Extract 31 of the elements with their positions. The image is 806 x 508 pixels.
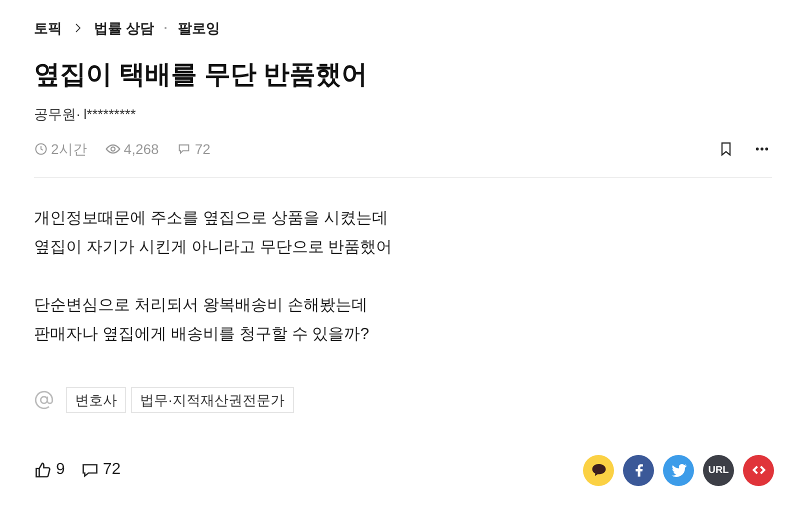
at-sign-icon [34,390,54,410]
embed-code-button[interactable] [743,454,774,486]
view-count: 4,268 [124,140,159,158]
post-time: 2시간 [51,140,87,158]
comment-count: 72 [194,140,210,158]
speech-bubble-icon[interactable] [80,461,99,479]
facebook-share-button[interactable] [623,454,654,486]
separator-dot: · [164,20,168,37]
mention-tag[interactable]: 법무·지적재산권전문가 [131,387,294,413]
speech-bubble-icon [590,461,608,479]
author-name: l********* [84,105,136,124]
category-link[interactable]: 법률 상담 [94,18,154,38]
speech-bubble-icon [176,142,191,156]
thumbs-up-icon[interactable] [34,461,52,479]
code-icon [752,463,766,477]
url-share-button[interactable]: URL [703,454,734,486]
bird-icon [670,461,688,479]
body-text: 판매자나 옆집에게 배송비를 청구할 수 있을까? [34,325,370,345]
comment-count: 72 [102,460,121,480]
kakao-share-button[interactable] [583,454,614,486]
body-text: 개인정보때문에 주소를 옆집으로 상품을 시켰는데 [34,209,389,229]
follow-button[interactable]: 팔로잉 [178,18,220,38]
topic-link[interactable]: 토픽 [34,18,62,38]
author-job: 공무원· [34,105,81,124]
twitter-share-button[interactable] [663,454,694,486]
body-text: 단순변심으로 처리되서 왕복배송비 손해봤는데 [34,296,368,316]
body-text: 옆집이 자기가 시킨게 아니라고 무단으로 반품했어 [34,238,394,258]
mention-tag[interactable]: 변호사 [66,387,126,413]
like-count: 9 [56,460,65,480]
clock-icon [34,142,48,156]
post-title: 옆집이 택배를 무단 반품했어 [34,58,369,91]
